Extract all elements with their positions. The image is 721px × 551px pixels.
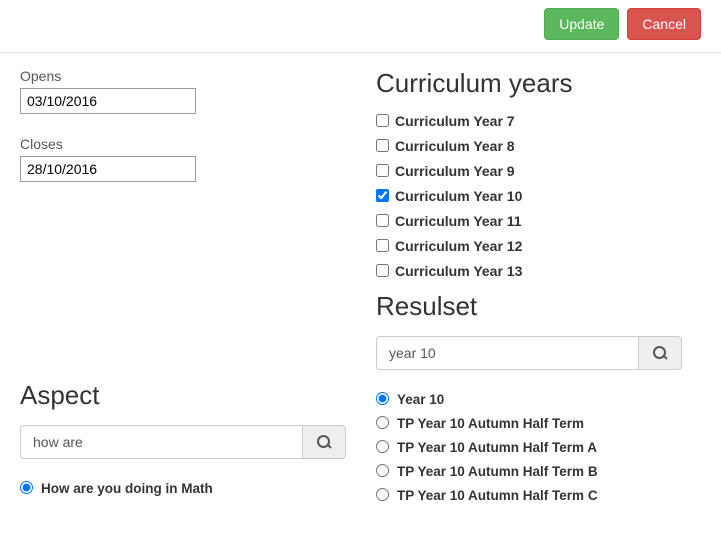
curriculum-year-row[interactable]: Curriculum Year 7 <box>376 113 701 129</box>
curriculum-year-row[interactable]: Curriculum Year 9 <box>376 163 701 179</box>
opens-field: Opens <box>20 68 346 114</box>
resultset-option-radio[interactable] <box>376 464 389 477</box>
opens-input[interactable] <box>20 88 196 114</box>
curriculum-year-label: Curriculum Year 12 <box>395 238 522 254</box>
curriculum-year-label: Curriculum Year 11 <box>395 213 522 229</box>
curriculum-year-checkbox[interactable] <box>376 264 389 277</box>
curriculum-year-label: Curriculum Year 7 <box>395 113 515 129</box>
left-column: Opens Closes Aspect How are you doing in… <box>20 68 346 512</box>
aspect-option-radio[interactable] <box>20 481 33 494</box>
resultset-option[interactable]: TP Year 10 Autumn Half Term C <box>376 488 701 503</box>
curriculum-year-label: Curriculum Year 13 <box>395 263 522 279</box>
resultset-option-radio[interactable] <box>376 488 389 501</box>
aspect-search-group <box>20 425 346 459</box>
curriculum-title: Curriculum years <box>376 68 701 99</box>
top-toolbar: Update Cancel <box>0 0 721 53</box>
closes-field: Closes <box>20 136 346 182</box>
aspect-search-button[interactable] <box>303 425 346 459</box>
curriculum-year-label: Curriculum Year 8 <box>395 138 515 154</box>
curriculum-year-row[interactable]: Curriculum Year 12 <box>376 238 701 254</box>
resultset-option-label: TP Year 10 Autumn Half Term <box>397 416 584 431</box>
opens-label: Opens <box>20 68 346 84</box>
closes-input[interactable] <box>20 156 196 182</box>
search-icon <box>653 346 667 360</box>
resultset-option[interactable]: TP Year 10 Autumn Half Term <box>376 416 701 431</box>
resultset-option-label: TP Year 10 Autumn Half Term A <box>397 440 597 455</box>
closes-label: Closes <box>20 136 346 152</box>
left-spacer <box>20 200 346 368</box>
curriculum-year-label: Curriculum Year 10 <box>395 188 522 204</box>
aspect-option-label: How are you doing in Math <box>41 481 213 496</box>
curriculum-year-row[interactable]: Curriculum Year 13 <box>376 263 701 279</box>
curriculum-year-row[interactable]: Curriculum Year 8 <box>376 138 701 154</box>
curriculum-year-checkbox[interactable] <box>376 139 389 152</box>
update-button[interactable]: Update <box>544 8 619 40</box>
resultset-option[interactable]: TP Year 10 Autumn Half Term B <box>376 464 701 479</box>
curriculum-year-label: Curriculum Year 9 <box>395 163 515 179</box>
curriculum-year-checkbox[interactable] <box>376 214 389 227</box>
search-icon <box>317 435 331 449</box>
aspect-search-input[interactable] <box>20 425 303 459</box>
resultset-search-button[interactable] <box>639 336 682 370</box>
resultset-option-radio[interactable] <box>376 440 389 453</box>
aspect-option[interactable]: How are you doing in Math <box>20 481 346 496</box>
resultset-option[interactable]: Year 10 <box>376 392 701 407</box>
resultset-option-label: TP Year 10 Autumn Half Term C <box>397 488 598 503</box>
curriculum-year-checkbox[interactable] <box>376 114 389 127</box>
right-column: Curriculum years Curriculum Year 7 Curri… <box>376 68 701 512</box>
resultset-search-group <box>376 336 682 370</box>
resultset-option[interactable]: TP Year 10 Autumn Half Term A <box>376 440 701 455</box>
aspect-title: Aspect <box>20 380 346 411</box>
resultset-option-label: Year 10 <box>397 392 444 407</box>
curriculum-year-checkbox[interactable] <box>376 164 389 177</box>
resultset-option-radio[interactable] <box>376 416 389 429</box>
resultset-option-label: TP Year 10 Autumn Half Term B <box>397 464 598 479</box>
resultset-option-radio[interactable] <box>376 392 389 405</box>
resultset-title: Resulset <box>376 291 701 322</box>
curriculum-year-row[interactable]: Curriculum Year 10 <box>376 188 701 204</box>
resultset-search-input[interactable] <box>376 336 639 370</box>
curriculum-year-checkbox[interactable] <box>376 239 389 252</box>
curriculum-year-checkbox[interactable] <box>376 189 389 202</box>
cancel-button[interactable]: Cancel <box>627 8 701 40</box>
curriculum-year-row[interactable]: Curriculum Year 11 <box>376 213 701 229</box>
